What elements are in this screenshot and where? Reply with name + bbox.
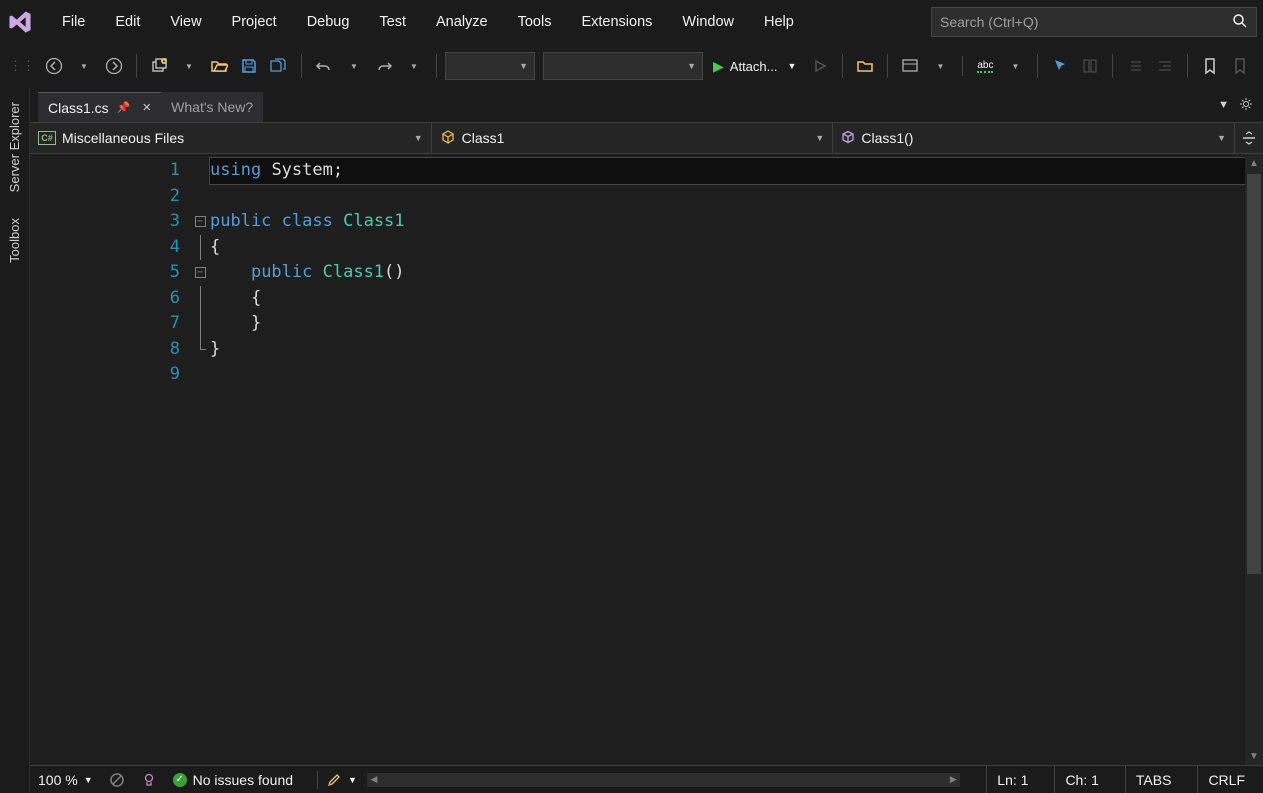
start-label: Attach... xyxy=(730,59,778,74)
vs-logo-icon xyxy=(6,8,34,36)
navigation-bar: C# Miscellaneous Files ▼ Class1 ▼ Class1… xyxy=(30,122,1263,154)
solution-platform-combo[interactable]: ▼ xyxy=(543,52,703,80)
hscroll-left[interactable]: ◀ xyxy=(367,773,381,787)
tab-class1[interactable]: Class1.cs 📌 × xyxy=(38,92,161,122)
line-number-gutter: 1 2 3 4 5 6 7 8 9 xyxy=(30,154,190,765)
bookmark-button[interactable] xyxy=(1196,52,1224,80)
play-icon: ▶ xyxy=(713,58,724,75)
menu-tools[interactable]: Tools xyxy=(504,8,566,36)
spellcheck-button[interactable]: abc xyxy=(971,52,999,80)
code-editor[interactable]: 1 2 3 4 5 6 7 8 9 − − xyxy=(30,154,1263,765)
nav-member-label: Class1() xyxy=(861,130,913,146)
solution-config-combo[interactable]: ▼ xyxy=(445,52,535,80)
disabled-btn-1 xyxy=(1076,52,1104,80)
menu-help[interactable]: Help xyxy=(750,8,808,36)
search-box[interactable]: Search (Ctrl+Q) xyxy=(931,7,1257,37)
status-char[interactable]: Ch: 1 xyxy=(1054,766,1108,793)
pin-icon[interactable]: 📌 xyxy=(117,101,131,114)
issues-indicator[interactable]: ✓ No issues found xyxy=(173,772,293,788)
error-indicator[interactable] xyxy=(109,772,125,788)
redo-dropdown[interactable]: ▼ xyxy=(400,52,428,80)
nav-member-combo[interactable]: Class1() ▼ xyxy=(833,123,1235,153)
editor-area: Class1.cs 📌 × What's New? ▼ C# Miscellan… xyxy=(30,88,1263,793)
nav-type-label: Class1 xyxy=(462,130,505,146)
undo-button[interactable] xyxy=(310,52,338,80)
fold-toggle[interactable]: − xyxy=(195,216,206,227)
menu-file[interactable]: File xyxy=(48,8,99,36)
main-area: Server Explorer Toolbox Class1.cs 📌 × Wh… xyxy=(0,88,1263,793)
nav-scope-label: Miscellaneous Files xyxy=(62,130,184,146)
search-placeholder: Search (Ctrl+Q) xyxy=(940,14,1038,30)
document-tabstrip: Class1.cs 📌 × What's New? ▼ xyxy=(30,88,1263,122)
outlining-margin[interactable]: − − xyxy=(190,154,210,765)
menu-edit[interactable]: Edit xyxy=(101,8,154,36)
zoom-control[interactable]: 100 %▼ xyxy=(38,772,93,788)
menu-debug[interactable]: Debug xyxy=(293,8,364,36)
brush-icon[interactable]: ▼ xyxy=(326,772,357,788)
start-without-debug-button[interactable] xyxy=(806,52,834,80)
code-content[interactable]: using System; public class Class1 { publ… xyxy=(210,154,1245,765)
status-crlf[interactable]: CRLF xyxy=(1197,766,1255,793)
indent-more-button xyxy=(1151,52,1179,80)
menu-extensions[interactable]: Extensions xyxy=(567,8,666,36)
window-layout-dropdown[interactable]: ▼ xyxy=(926,52,954,80)
undo-dropdown[interactable]: ▼ xyxy=(340,52,368,80)
menu-analyze[interactable]: Analyze xyxy=(422,8,502,36)
dotgrid-icon: ⋮⋮ xyxy=(6,52,38,80)
csharp-badge-icon: C# xyxy=(38,131,56,145)
window-layout-button[interactable] xyxy=(896,52,924,80)
toolbar: ⋮⋮ ▼ ✦ ▼ ▼ ▼ ▼ ▼ ▶ Attach... ▼ ▼ xyxy=(0,44,1263,88)
method-icon xyxy=(841,130,855,147)
scroll-thumb[interactable] xyxy=(1247,174,1261,574)
insights-icon[interactable] xyxy=(141,772,157,788)
tabwell-dropdown[interactable]: ▼ xyxy=(1218,99,1229,111)
menu-view[interactable]: View xyxy=(156,8,215,36)
tab-whats-new[interactable]: What's New? xyxy=(161,92,263,122)
bookmark-disabled-button xyxy=(1226,52,1254,80)
menubar: File Edit View Project Debug Test Analyz… xyxy=(0,0,1263,44)
scroll-up-arrow[interactable]: ▲ xyxy=(1245,154,1263,172)
check-icon: ✓ xyxy=(173,773,187,787)
nav-scope-combo[interactable]: C# Miscellaneous Files ▼ xyxy=(30,123,432,153)
tabwell-settings-icon[interactable] xyxy=(1239,97,1253,114)
fold-toggle[interactable]: − xyxy=(195,267,206,278)
scroll-down-arrow[interactable]: ▼ xyxy=(1245,747,1263,765)
menu-project[interactable]: Project xyxy=(218,8,291,36)
status-tabs[interactable]: TABS xyxy=(1125,766,1182,793)
left-toolwell: Server Explorer Toolbox xyxy=(0,88,30,793)
indent-less-button xyxy=(1121,52,1149,80)
cursor-arrow-icon[interactable] xyxy=(1046,52,1074,80)
save-button[interactable] xyxy=(235,52,263,80)
close-icon[interactable]: × xyxy=(142,99,151,116)
tab-label: Class1.cs xyxy=(48,100,109,116)
nav-back-button[interactable] xyxy=(40,52,68,80)
svg-text:✦: ✦ xyxy=(162,59,166,65)
nav-back-dropdown[interactable]: ▼ xyxy=(70,52,98,80)
class-icon xyxy=(440,129,456,148)
redo-button[interactable] xyxy=(370,52,398,80)
open-file-button[interactable] xyxy=(205,52,233,80)
nav-forward-button[interactable] xyxy=(100,52,128,80)
save-all-button[interactable] xyxy=(265,52,293,80)
horizontal-scrollbar[interactable]: ◀ ▶ xyxy=(367,773,960,787)
split-editor-button[interactable] xyxy=(1235,123,1263,153)
spellcheck-dropdown[interactable]: ▼ xyxy=(1001,52,1029,80)
hscroll-right[interactable]: ▶ xyxy=(946,773,960,787)
find-in-files-button[interactable] xyxy=(851,52,879,80)
search-icon xyxy=(1232,13,1248,32)
tab-label: What's New? xyxy=(171,99,253,115)
new-project-button[interactable]: ✦ xyxy=(145,52,173,80)
tab-toolbox[interactable]: Toolbox xyxy=(4,212,25,269)
editor-status-strip: 100 %▼ ✓ No issues found ▼ ◀ ▶ xyxy=(30,765,1263,793)
menu-window[interactable]: Window xyxy=(668,8,748,36)
nav-type-combo[interactable]: Class1 ▼ xyxy=(432,123,834,153)
menu-test[interactable]: Test xyxy=(365,8,420,36)
status-line[interactable]: Ln: 1 xyxy=(986,766,1038,793)
new-project-dropdown[interactable]: ▼ xyxy=(175,52,203,80)
start-debug-button[interactable]: ▶ Attach... ▼ xyxy=(705,52,804,80)
vertical-scrollbar[interactable]: ▲ ▼ xyxy=(1245,154,1263,765)
tab-server-explorer[interactable]: Server Explorer xyxy=(4,96,25,198)
